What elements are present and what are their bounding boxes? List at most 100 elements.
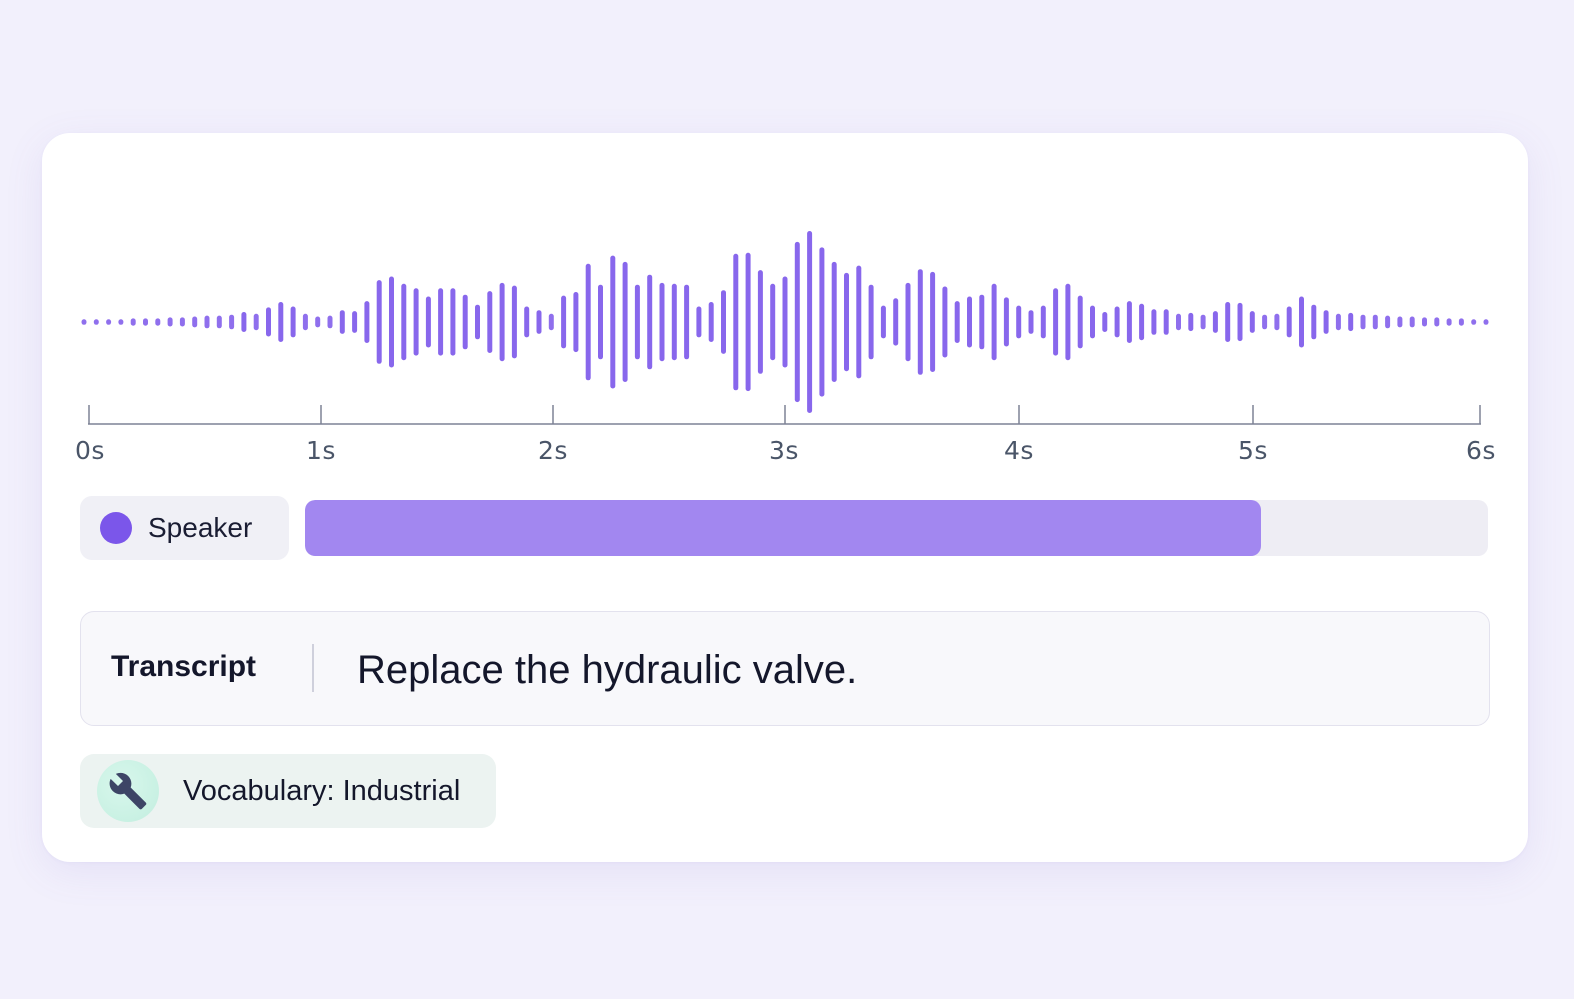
waveform-bar — [1262, 314, 1268, 330]
waveform-bar — [499, 282, 505, 362]
waveform-bar — [868, 284, 874, 360]
waveform-bar — [155, 318, 161, 326]
waveform-bar — [1385, 315, 1391, 329]
waveform-bar — [118, 319, 124, 325]
waveform-bar — [757, 270, 763, 374]
waveform-bar — [462, 294, 468, 350]
waveform-bar — [487, 291, 493, 353]
waveform-bar — [278, 302, 284, 342]
waveform-bar — [905, 282, 911, 362]
waveform-bar — [401, 283, 407, 361]
waveform-bar — [721, 290, 726, 354]
waveform-bar — [647, 274, 653, 370]
speaker-label: Speaker — [148, 512, 253, 543]
waveform-bar — [179, 317, 185, 327]
waveform-bar — [696, 306, 702, 338]
waveform-bar — [376, 280, 382, 364]
tick-label-0: 0s — [75, 436, 105, 465]
waveform-bar — [1065, 283, 1071, 361]
waveform-bar — [610, 255, 616, 389]
transcript-text[interactable]: Replace the hydraulic valve. — [357, 648, 857, 693]
waveform-bar — [782, 276, 788, 368]
waveform-bar — [684, 284, 690, 360]
waveform-bar — [192, 316, 198, 328]
waveform-bar — [659, 282, 665, 362]
waveform-bar — [389, 276, 394, 368]
vocabulary-badge[interactable]: Vocabulary: Industrial — [80, 754, 496, 828]
waveform-bar — [745, 252, 751, 392]
waveform-bar — [327, 315, 333, 329]
waveform-bar — [1077, 295, 1083, 349]
waveform-bar — [1422, 317, 1427, 327]
speaker-progress-track[interactable] — [305, 500, 1488, 556]
waveform-bar — [1139, 303, 1145, 341]
waveform-bar — [290, 306, 296, 338]
waveform-bar — [1434, 317, 1440, 327]
waveform-bar — [1335, 313, 1341, 331]
waveform-bar — [561, 295, 567, 349]
vocabulary-label: Vocabulary: Industrial — [183, 774, 461, 807]
waveform-bar — [524, 306, 530, 338]
waveform-bar — [1409, 316, 1415, 328]
waveform[interactable] — [42, 133, 1528, 473]
waveform-bar — [819, 247, 825, 397]
waveform-bar — [413, 288, 419, 356]
waveform-bar — [106, 319, 112, 325]
waveform-bar — [130, 318, 136, 326]
waveform-bar — [511, 285, 517, 359]
waveform-bar — [1471, 319, 1477, 325]
waveform-bar — [585, 263, 591, 381]
waveform-bar — [880, 305, 886, 339]
waveform-bar — [1003, 297, 1009, 347]
waveform-bar — [81, 319, 87, 325]
waveform-bar — [1016, 305, 1022, 339]
waveform-bar — [1299, 296, 1304, 348]
waveform-bar — [339, 310, 345, 334]
waveform-bar — [942, 286, 948, 358]
waveform-bar — [1286, 306, 1292, 338]
tick-label-3: 3s — [769, 436, 799, 465]
waveform-bar — [1483, 319, 1489, 325]
waveform-bar — [1397, 316, 1403, 328]
waveform-bar — [475, 304, 480, 340]
waveform-bar — [1176, 313, 1181, 331]
waveform-bar — [1053, 288, 1059, 356]
waveform-bar — [253, 313, 259, 331]
waveform-bar — [241, 312, 247, 332]
transcript-divider — [312, 644, 314, 692]
waveform-bar — [1102, 312, 1108, 332]
waveform-bar — [266, 307, 271, 337]
waveform-bar — [1200, 314, 1206, 330]
waveform-bar — [302, 313, 308, 331]
waveform-bar — [573, 292, 579, 353]
transcript-label: Transcript — [111, 650, 257, 683]
wrench-icon — [97, 760, 159, 822]
audio-card: 0s 1s 2s 3s 4s 5s 6s Speaker Transcript … — [42, 133, 1528, 862]
tick-label-6: 6s — [1466, 436, 1496, 465]
waveform-bar — [844, 272, 849, 372]
waveform-bar — [167, 317, 173, 327]
waveform-bar — [1090, 305, 1095, 339]
waveform-bar — [733, 253, 739, 391]
speaker-progress-fill — [305, 500, 1261, 556]
waveform-bar — [1348, 312, 1354, 332]
speaker-badge[interactable]: Speaker — [80, 496, 289, 560]
speaker-color-dot — [100, 512, 132, 544]
waveform-bar — [425, 296, 431, 348]
waveform-bar — [1274, 313, 1280, 331]
waveform-bar — [1151, 309, 1157, 335]
waveform-bar — [315, 316, 321, 328]
waveform-bar — [979, 294, 985, 350]
waveform-bar — [917, 269, 923, 375]
waveform-bar — [1311, 304, 1317, 340]
waveform-bar — [770, 283, 776, 361]
waveform-bar — [93, 319, 99, 325]
waveform-bar — [634, 284, 640, 360]
waveform-bar — [1163, 309, 1169, 335]
waveform-bar — [536, 310, 542, 334]
waveform-bar — [1028, 310, 1034, 334]
waveform-bar — [622, 261, 628, 382]
waveform-bar — [708, 302, 714, 342]
waveform-bar — [1446, 318, 1452, 326]
waveform-bar — [1188, 312, 1194, 332]
